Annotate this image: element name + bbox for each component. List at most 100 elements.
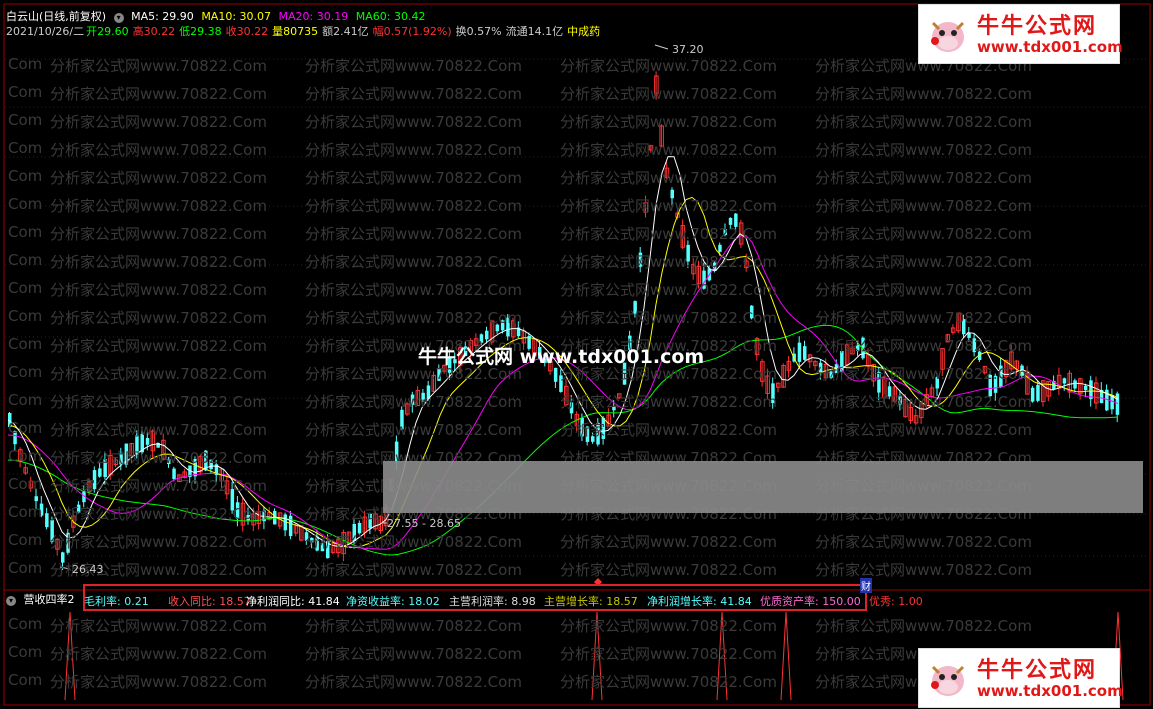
low-price-label: 26.43 bbox=[72, 563, 104, 576]
center-watermark: 牛牛公式网 www.tdx001.com bbox=[418, 346, 705, 368]
candle-body bbox=[1083, 385, 1088, 391]
candle-body bbox=[877, 371, 881, 393]
candle-body bbox=[61, 552, 65, 563]
high-marker bbox=[654, 44, 669, 50]
candle-body bbox=[368, 513, 372, 529]
candle-body bbox=[601, 417, 606, 439]
candle-body bbox=[500, 320, 505, 331]
candle-body bbox=[50, 520, 54, 542]
sector-value[interactable]: 中成药 bbox=[567, 25, 600, 38]
candle-body bbox=[887, 386, 892, 397]
candle-body bbox=[569, 402, 574, 414]
low-marker bbox=[59, 566, 71, 570]
open-value: 开29.60 bbox=[86, 25, 129, 38]
candle-body bbox=[320, 543, 325, 552]
candle-body bbox=[437, 368, 441, 381]
candle-body bbox=[771, 383, 775, 404]
candle-body bbox=[34, 496, 38, 502]
candle-body bbox=[972, 338, 977, 353]
indicator-value: 净资收益率: 18.02 bbox=[346, 595, 440, 608]
candle-body bbox=[103, 459, 107, 478]
indicator-value: 净利润增长率: 41.84 bbox=[647, 595, 752, 608]
candle-body bbox=[797, 342, 802, 362]
indicator-title[interactable]: ▾ 营收四率2 bbox=[6, 593, 79, 607]
high-price-label: 37.20 bbox=[672, 43, 704, 56]
logo-text: 牛牛公式网 bbox=[977, 13, 1098, 39]
candle-body bbox=[818, 362, 823, 373]
candle-body bbox=[92, 470, 97, 490]
candle-body bbox=[803, 346, 807, 360]
change-value: 幅0.57(1.92%) bbox=[372, 25, 452, 38]
dropdown-icon[interactable]: ▾ bbox=[6, 596, 16, 606]
candle-body bbox=[230, 489, 235, 511]
low-value: 低29.38 bbox=[179, 25, 222, 38]
candle-body bbox=[898, 395, 902, 405]
candle-body bbox=[135, 435, 139, 455]
candle-body bbox=[596, 422, 600, 445]
candle-body bbox=[612, 406, 616, 411]
candle-body bbox=[1030, 387, 1035, 402]
indicator-spike bbox=[591, 611, 603, 701]
logo-url: www.tdx001.com bbox=[977, 682, 1123, 700]
float-cap-value: 流通14.1亿 bbox=[505, 25, 564, 38]
candle-body bbox=[304, 532, 309, 541]
candle-body bbox=[702, 270, 706, 289]
candle-body bbox=[935, 377, 939, 389]
logo-bottom: 牛牛公式网 www.tdx001.com bbox=[918, 648, 1123, 708]
candle-body bbox=[723, 229, 727, 235]
header-line-1: 白云山(日线,前复权) ▾ MA5: 29.90 MA10: 30.07 MA2… bbox=[6, 10, 429, 24]
candle-body bbox=[728, 217, 733, 225]
indicator-value: 主营利润率: 8.98 bbox=[449, 595, 536, 608]
selection-band bbox=[383, 461, 1143, 513]
indicator-value: 收入同比: 18.57 bbox=[168, 595, 251, 608]
candle-body bbox=[421, 392, 425, 400]
indicator-spike bbox=[716, 611, 728, 701]
amount-value: 额2.41亿 bbox=[322, 25, 369, 38]
date-value: 2021/10/26/二 bbox=[6, 25, 85, 38]
candle-body bbox=[988, 374, 992, 397]
candle-body bbox=[172, 468, 176, 479]
finance-marker[interactable]: 财 bbox=[860, 578, 872, 593]
indicator-spike bbox=[64, 611, 76, 701]
ma60-value: MA60: 30.42 bbox=[355, 10, 426, 23]
volume-value: 量80735 bbox=[272, 25, 319, 38]
candle-body bbox=[13, 431, 17, 445]
candle-body bbox=[410, 394, 415, 405]
candle-body bbox=[76, 504, 81, 513]
indicator-value: 优质资产率: 150.00 bbox=[760, 595, 861, 608]
candle-body bbox=[400, 409, 404, 430]
ma5-value: MA5: 29.90 bbox=[131, 10, 194, 23]
candle-body bbox=[352, 523, 356, 542]
candle-body bbox=[559, 375, 563, 392]
candle-body bbox=[98, 468, 102, 477]
candle-body bbox=[310, 537, 314, 543]
candle-body bbox=[167, 459, 171, 465]
logo-text: 牛牛公式网 bbox=[977, 657, 1098, 683]
candle-body bbox=[718, 244, 722, 252]
candle-body bbox=[1062, 378, 1067, 384]
candle-body bbox=[553, 367, 558, 382]
candle-body bbox=[585, 426, 590, 442]
indicator-spike bbox=[780, 611, 792, 701]
dropdown-icon[interactable]: ▾ bbox=[113, 13, 124, 23]
candle-body bbox=[750, 305, 754, 319]
candle-body bbox=[209, 459, 213, 470]
candle-body bbox=[485, 330, 489, 340]
candle-body bbox=[39, 503, 44, 516]
candle-body bbox=[999, 365, 1003, 388]
candle-body bbox=[357, 522, 362, 534]
high-value: 高30.22 bbox=[132, 25, 176, 38]
range-label: 27.55 - 28.65 bbox=[387, 517, 461, 530]
candle-body bbox=[193, 459, 197, 477]
cow-icon bbox=[931, 665, 965, 696]
ma10-value: MA10: 30.07 bbox=[201, 10, 272, 23]
candle-body bbox=[506, 317, 510, 337]
candle-body bbox=[145, 438, 150, 445]
candle-body bbox=[962, 319, 966, 335]
stock-name[interactable]: 白云山(日线,前复权) bbox=[6, 10, 106, 23]
indicator-value: 净利润同比: 41.84 bbox=[246, 595, 340, 608]
candle-body bbox=[394, 441, 399, 463]
candle-body bbox=[633, 301, 637, 314]
candle-body bbox=[670, 189, 674, 199]
candle-body bbox=[45, 513, 49, 528]
